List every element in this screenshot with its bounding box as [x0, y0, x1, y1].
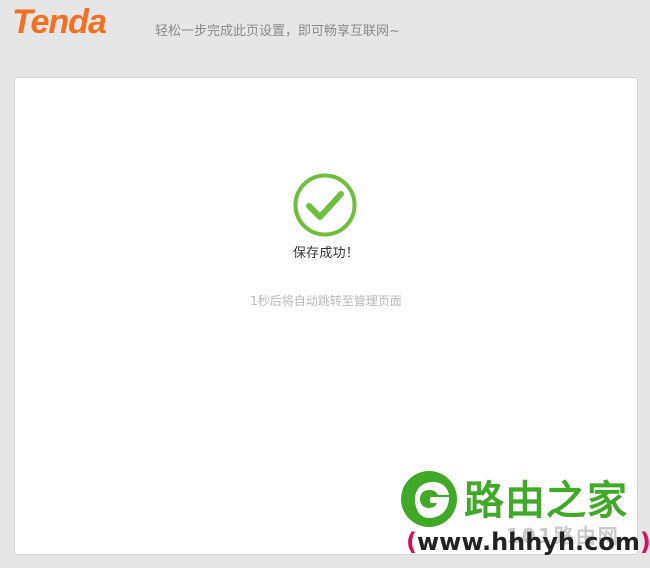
redirect-countdown: 1秒后将自动跳转至管理页面 [250, 294, 402, 308]
header-tagline: 轻松一步完成此页设置，即可畅享互联网~ [155, 24, 400, 39]
watermark-url-text: www.hhhyh.com [416, 528, 640, 556]
watermark-title: 路由之家 [464, 478, 628, 524]
watermark-url-open: ( [406, 528, 417, 556]
router-setup-page: Tenda 轻松一步完成此页设置，即可畅享互联网~ 保存成功！ 1秒后将自动跳转… [0, 0, 650, 568]
tenda-logo: Tenda [12, 3, 107, 41]
watermark-url-close: ) [639, 528, 650, 556]
header: Tenda 轻松一步完成此页设置，即可畅享互联网~ [0, 0, 650, 62]
watermark: 路由之家 101路由网 (www.hhhyh.com) [398, 462, 650, 568]
check-circle-icon [292, 172, 358, 238]
save-success-message: 保存成功！ [292, 246, 359, 261]
watermark-logo-icon [398, 468, 460, 530]
watermark-url: (www.hhhyh.com) [406, 528, 650, 556]
